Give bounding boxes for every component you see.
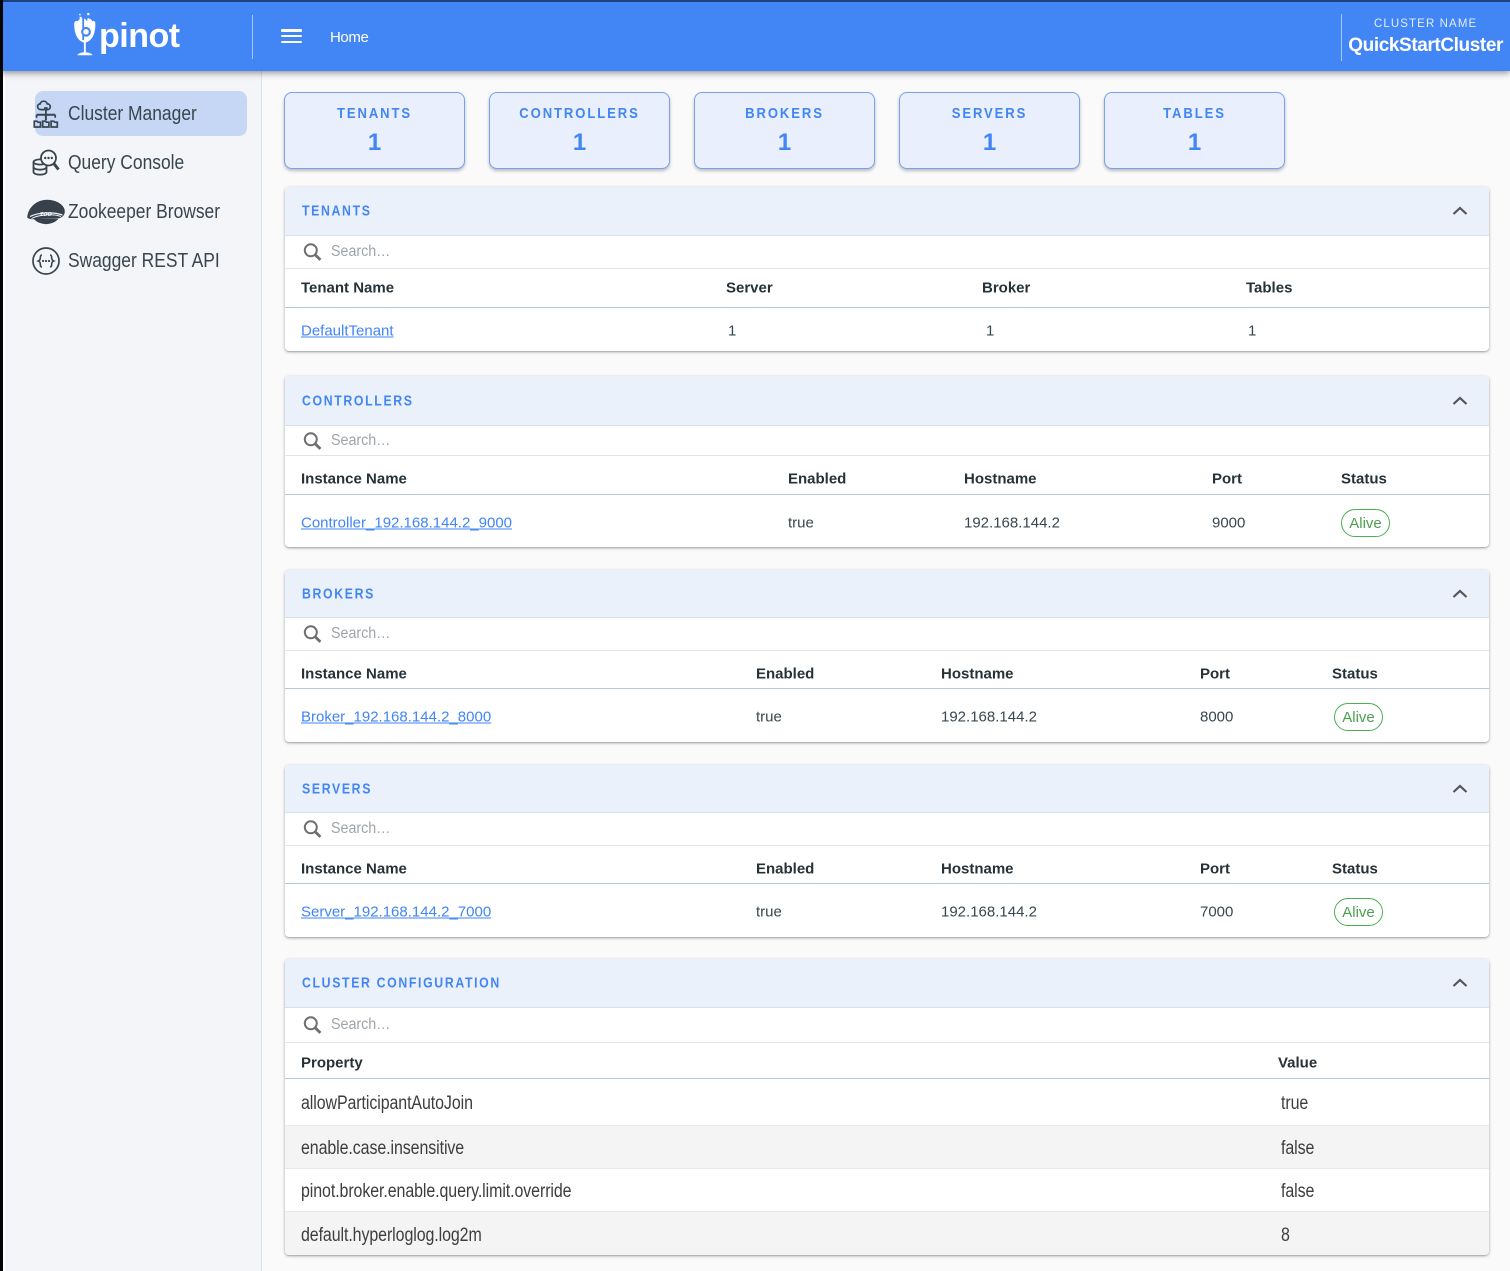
svg-text:zoo: zoo [39, 208, 52, 218]
